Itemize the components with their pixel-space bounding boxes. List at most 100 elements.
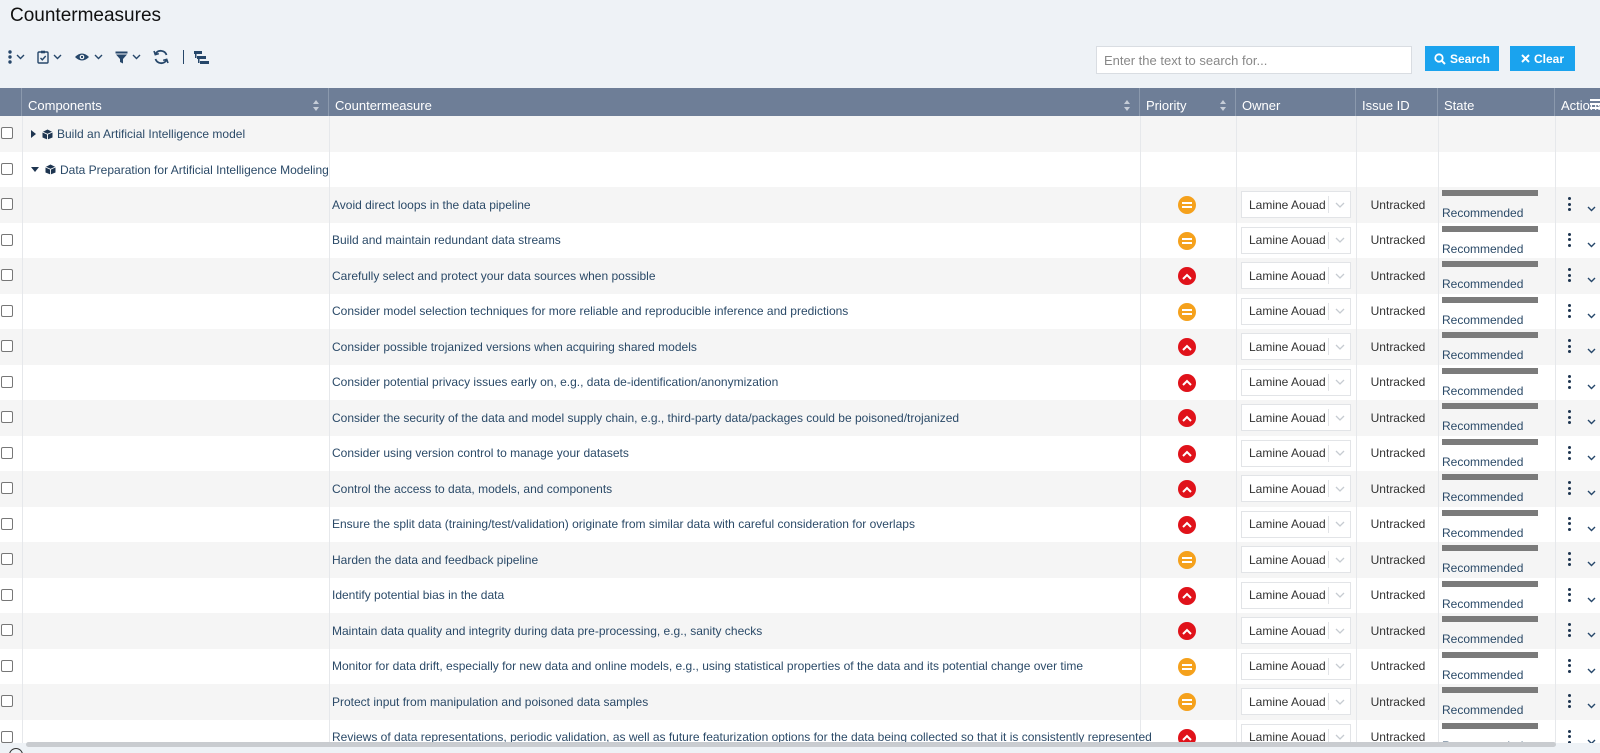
countermeasure-text[interactable]: Build and maintain redundant data stream… — [332, 223, 561, 259]
owner-select[interactable]: Lamine Aouad — [1241, 333, 1351, 360]
row-actions-icon[interactable] — [1568, 303, 1572, 318]
state-label[interactable]: Recommended — [1442, 348, 1523, 362]
countermeasure-text[interactable]: Consider the security of the data and mo… — [332, 400, 959, 436]
row-actions-icon[interactable] — [1568, 197, 1572, 211]
owner-select[interactable]: Lamine Aouad — [1241, 546, 1351, 573]
horizontal-scrollbar[interactable] — [26, 742, 1556, 747]
row-checkbox[interactable] — [1, 162, 13, 175]
row-actions-icon[interactable] — [1568, 729, 1572, 743]
owner-select[interactable]: Lamine Aouad — [1241, 652, 1351, 680]
countermeasure-text[interactable]: Identify potential bias in the data — [332, 578, 504, 614]
row-expand-toggle[interactable] — [1587, 485, 1596, 499]
row-actions-icon[interactable] — [1568, 410, 1572, 424]
owner-dropdown-toggle[interactable] — [1329, 486, 1350, 492]
row-expand-toggle[interactable] — [1587, 663, 1596, 677]
state-label[interactable]: Recommended — [1442, 703, 1523, 717]
owner-dropdown-toggle[interactable] — [1329, 592, 1350, 598]
row-checkbox[interactable] — [1, 127, 13, 139]
state-label[interactable]: Recommended — [1442, 561, 1523, 575]
owner-dropdown-toggle[interactable] — [1329, 734, 1350, 740]
countermeasure-text[interactable]: Consider model selection techniques for … — [332, 294, 848, 330]
countermeasure-text[interactable]: Consider using version control to manage… — [332, 436, 629, 472]
owner-select[interactable]: Lamine Aouad — [1241, 191, 1351, 218]
group-toggle[interactable]: Data Preparation for Artificial Intellig… — [31, 163, 329, 177]
owner-dropdown-toggle[interactable] — [1329, 557, 1350, 563]
countermeasure-text[interactable]: Reviews of data representations, periodi… — [332, 720, 1152, 743]
row-checkbox[interactable] — [1, 269, 13, 281]
row-checkbox[interactable] — [1, 482, 13, 494]
owner-dropdown-toggle[interactable] — [1329, 663, 1350, 669]
row-actions-icon[interactable] — [1568, 232, 1572, 247]
row-expand-toggle[interactable] — [1587, 414, 1596, 428]
row-checkbox[interactable] — [1, 517, 13, 530]
countermeasure-text[interactable]: Avoid direct loops in the data pipeline — [332, 187, 531, 223]
sort-icon[interactable] — [313, 100, 320, 111]
row-expand-toggle[interactable] — [1587, 698, 1596, 712]
state-label[interactable]: Recommended — [1442, 668, 1523, 682]
owner-dropdown-toggle[interactable] — [1329, 202, 1350, 208]
row-actions-icon[interactable] — [1568, 658, 1572, 673]
state-label[interactable]: Recommended — [1442, 632, 1523, 646]
row-checkbox[interactable] — [1, 340, 13, 352]
row-expand-toggle[interactable] — [1587, 556, 1596, 570]
countermeasure-text[interactable]: Maintain data quality and integrity duri… — [332, 613, 762, 649]
row-checkbox[interactable] — [1, 233, 13, 246]
refresh-button[interactable] — [153, 46, 169, 68]
state-label[interactable]: Recommended — [1442, 277, 1523, 291]
owner-select[interactable]: Lamine Aouad — [1241, 226, 1351, 254]
state-label[interactable]: Recommended — [1442, 206, 1523, 220]
owner-select[interactable]: Lamine Aouad — [1241, 439, 1351, 467]
countermeasure-text[interactable]: Harden the data and feedback pipeline — [332, 542, 538, 578]
row-actions-icon[interactable] — [1568, 516, 1572, 531]
more-actions-button[interactable] — [8, 46, 25, 68]
row-expand-toggle[interactable] — [1587, 521, 1596, 535]
row-actions-icon[interactable] — [1568, 374, 1572, 389]
row-checkbox[interactable] — [1, 553, 13, 565]
countermeasure-text[interactable]: Carefully select and protect your data s… — [332, 258, 656, 294]
row-checkbox[interactable] — [1, 695, 13, 707]
state-label[interactable]: Recommended — [1442, 455, 1523, 469]
state-label[interactable]: Recommended — [1442, 490, 1523, 504]
filter-button[interactable] — [115, 46, 141, 68]
view-button[interactable] — [74, 46, 103, 68]
countermeasure-text[interactable]: Control the access to data, models, and … — [332, 471, 612, 507]
owner-select[interactable]: Lamine Aouad — [1241, 404, 1351, 431]
row-checkbox[interactable] — [1, 659, 13, 672]
owner-select[interactable]: Lamine Aouad — [1241, 581, 1351, 609]
row-checkbox[interactable] — [1, 624, 13, 636]
owner-select[interactable]: Lamine Aouad — [1241, 297, 1351, 325]
row-actions-icon[interactable] — [1568, 587, 1572, 602]
owner-dropdown-toggle[interactable] — [1329, 699, 1350, 705]
owner-dropdown-toggle[interactable] — [1329, 237, 1350, 243]
row-checkbox[interactable] — [1, 304, 13, 317]
owner-select[interactable]: Lamine Aouad — [1241, 262, 1351, 289]
state-label[interactable]: Recommended — [1442, 313, 1523, 327]
owner-select[interactable]: Lamine Aouad — [1241, 368, 1351, 396]
row-actions-icon[interactable] — [1568, 623, 1572, 637]
row-expand-toggle[interactable] — [1587, 627, 1596, 641]
row-expand-toggle[interactable] — [1587, 272, 1596, 286]
row-expand-toggle[interactable] — [1587, 237, 1596, 251]
column-menu-icon[interactable] — [1588, 98, 1600, 110]
row-checkbox[interactable] — [1, 588, 13, 601]
countermeasure-text[interactable]: Consider potential privacy issues early … — [332, 365, 778, 401]
owner-dropdown-toggle[interactable] — [1329, 415, 1350, 421]
owner-dropdown-toggle[interactable] — [1329, 521, 1350, 527]
owner-select[interactable]: Lamine Aouad — [1241, 475, 1351, 502]
owner-select[interactable]: Lamine Aouad — [1241, 688, 1351, 715]
row-expand-toggle[interactable] — [1587, 450, 1596, 464]
row-checkbox[interactable] — [1, 198, 13, 210]
search-button[interactable]: Search — [1425, 46, 1499, 71]
owner-select[interactable]: Lamine Aouad — [1241, 723, 1351, 743]
state-label[interactable]: Recommended — [1442, 597, 1523, 611]
countermeasure-text[interactable]: Ensure the split data (training/test/val… — [332, 507, 915, 543]
owner-dropdown-toggle[interactable] — [1329, 628, 1350, 634]
row-checkbox[interactable] — [1, 375, 13, 388]
countermeasure-text[interactable]: Consider possible trojanized versions wh… — [332, 329, 697, 365]
owner-dropdown-toggle[interactable] — [1329, 273, 1350, 279]
hierarchy-button[interactable] — [194, 46, 209, 68]
row-expand-toggle[interactable] — [1587, 592, 1596, 606]
group-toggle[interactable]: Build an Artificial Intelligence model — [31, 127, 245, 141]
countermeasure-text[interactable]: Monitor for data drift, especially for n… — [332, 649, 1083, 685]
help-icon[interactable] — [9, 748, 23, 753]
